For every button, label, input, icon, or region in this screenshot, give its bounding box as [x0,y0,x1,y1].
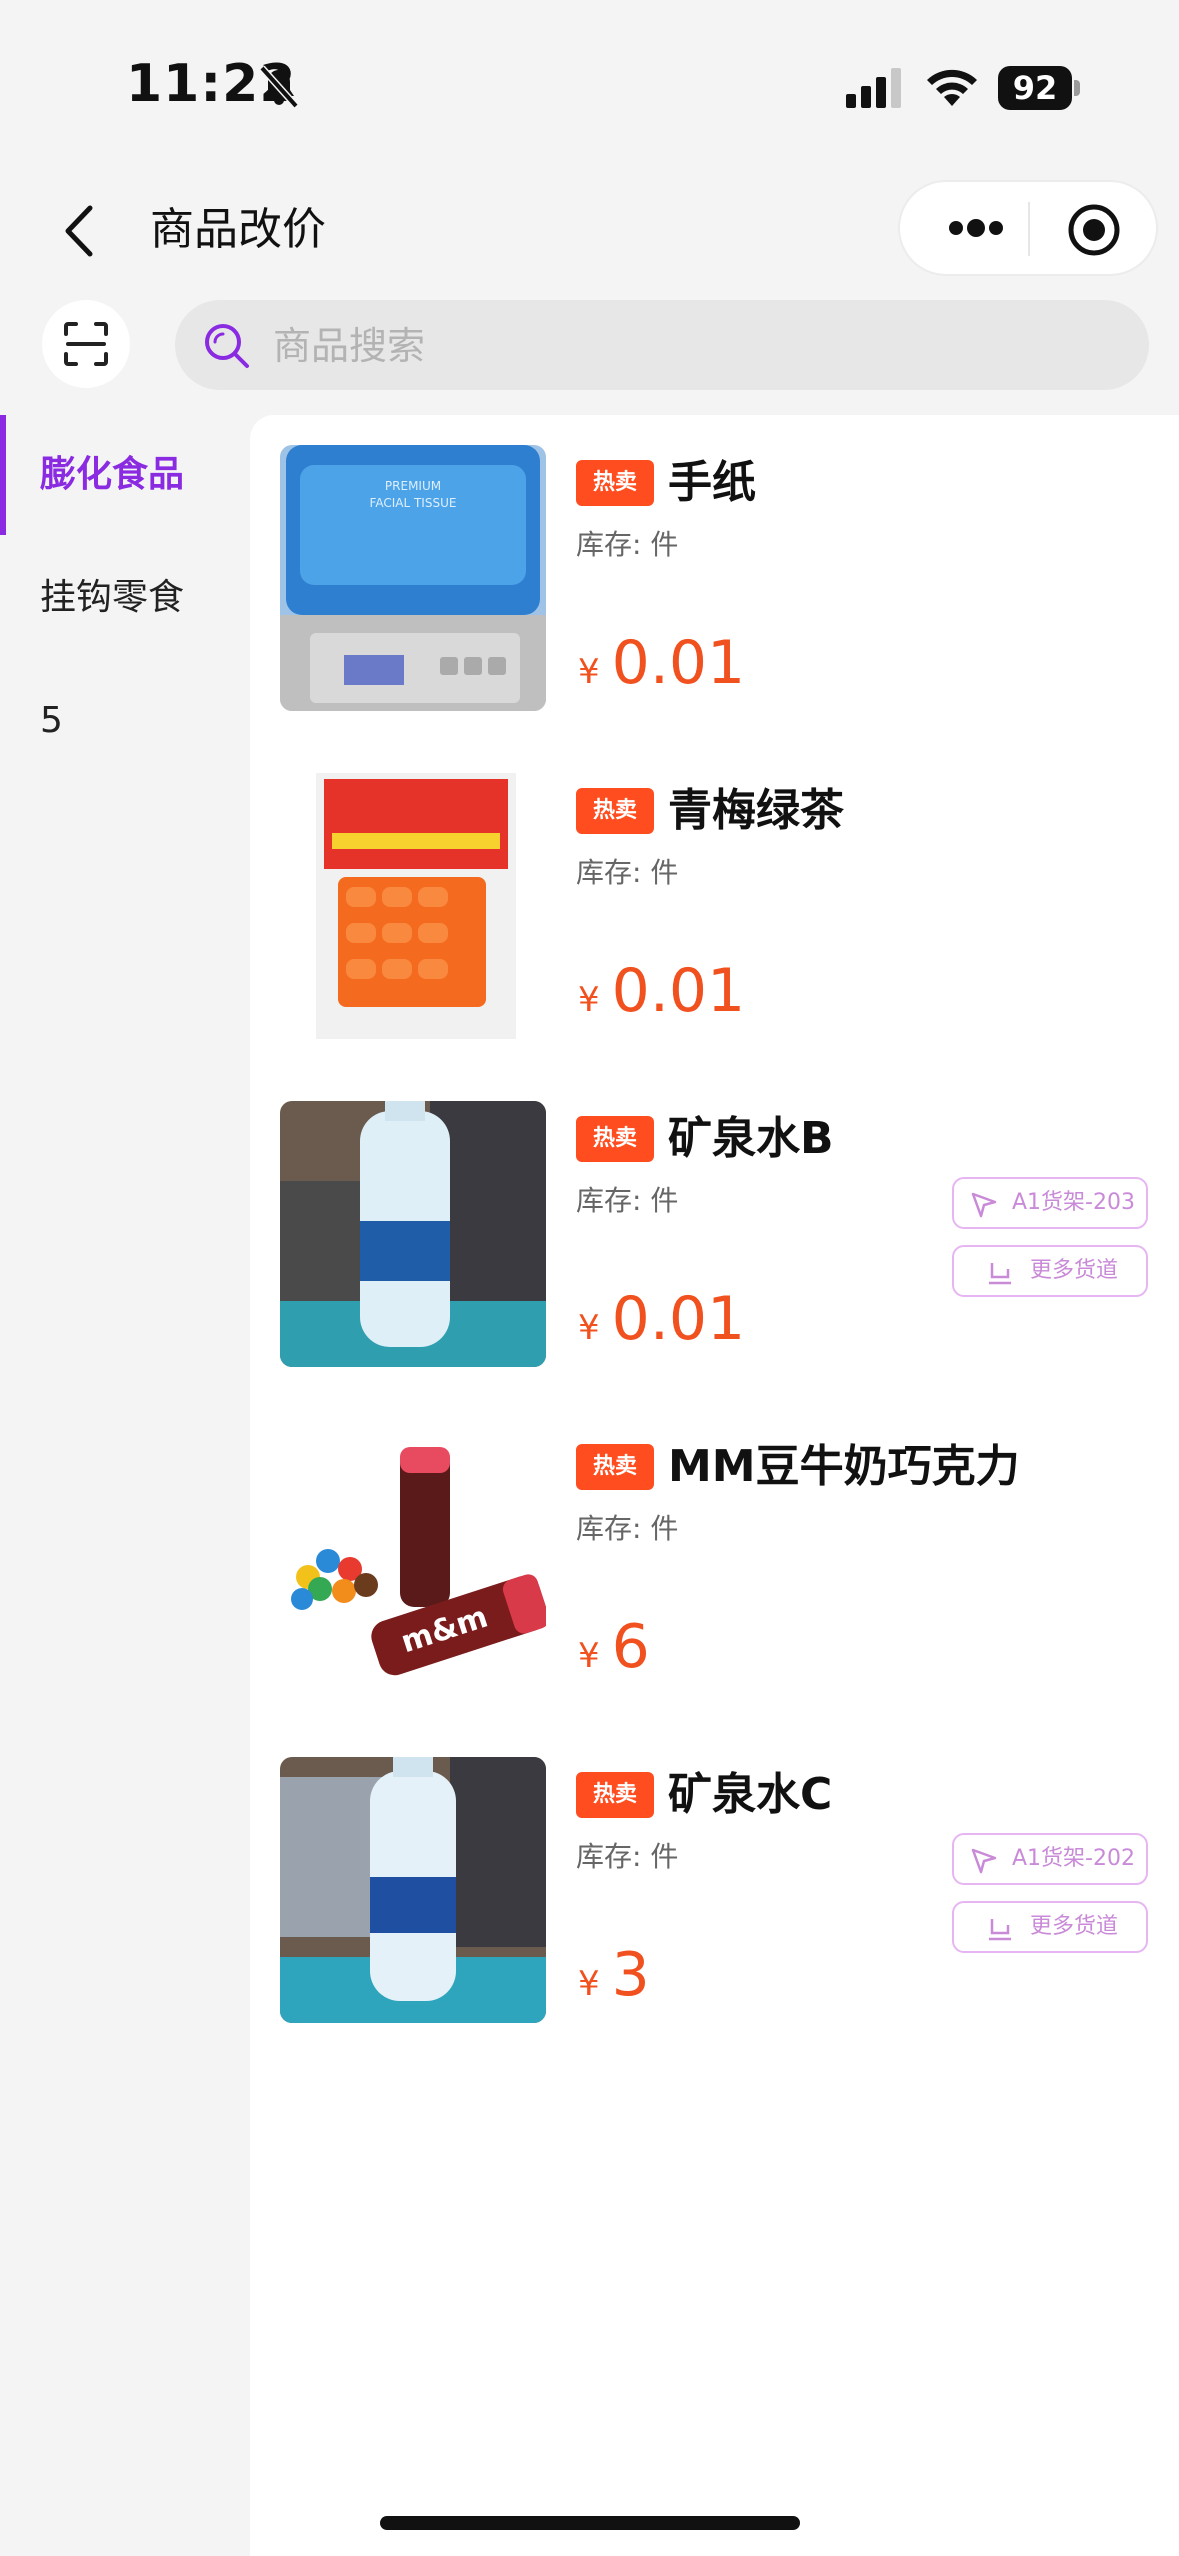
more-lanes-button[interactable]: 更多货道 [952,1901,1148,1953]
more-lanes-label: 更多货道 [1030,1914,1119,1939]
shelf-location-button[interactable]: A1货架-202 [952,1833,1148,1885]
price-value: 0.01 [611,628,746,698]
currency-symbol: ¥ [578,652,600,692]
battery-indicator: 92 [998,66,1080,110]
status-bar: 11:22 92 [0,0,1179,170]
shelf-location-label: A1货架-202 [1012,1846,1135,1871]
product-price: ¥0.01 [578,1279,745,1374]
product-stock: 库存: 件 [576,856,679,889]
more-lanes-button[interactable]: 更多货道 [952,1245,1148,1297]
lane-icon [989,1919,1011,1941]
shelf-location-label: A1货架-203 [1012,1190,1135,1215]
category-label: 膨化食品 [40,454,185,495]
product-item[interactable]: 热卖 矿泉水C 库存: 件 ¥3 A1货架-202 更多货道 [250,1727,1179,2055]
category-item-hook-snacks[interactable]: 挂钩零食 [0,538,250,658]
product-stock: 库存: 件 [576,1512,679,1545]
product-image [280,1757,546,2023]
product-image [280,773,546,1039]
battery-tip [1074,80,1080,96]
product-name: 手纸 [668,457,756,508]
category-item-puffed-food[interactable]: 膨化食品 [0,415,250,535]
price-value: 3 [611,1940,650,2010]
product-price: ¥6 [578,1607,650,1702]
home-indicator[interactable] [380,2516,800,2530]
search-input[interactable] [271,300,1075,392]
cellular-signal-icon [846,68,901,108]
shelf-location-button[interactable]: A1货架-203 [952,1177,1148,1229]
product-stock: 库存: 件 [576,1184,679,1217]
price-value: 0.01 [611,1284,746,1354]
bell-muted-icon [259,65,299,109]
battery-level: 92 [998,66,1072,110]
currency-symbol: ¥ [578,1636,600,1676]
page-title: 商品改价 [150,204,326,255]
price-value: 6 [611,1612,650,1682]
search-bar[interactable] [175,300,1149,392]
category-sidebar: 膨化食品 挂钩零食 5 [0,415,250,2556]
hot-sale-badge: 热卖 [576,460,654,506]
product-name: 青梅绿茶 [668,785,844,836]
hot-sale-badge: 热卖 [576,1444,654,1490]
more-options-icon[interactable] [926,200,1026,256]
product-price: ¥0.01 [578,951,745,1046]
product-stock: 库存: 件 [576,1840,679,1873]
active-category-indicator [0,415,6,535]
product-item[interactable]: 热卖 青梅绿茶 库存: 件 ¥0.01 [250,743,1179,1071]
svg-text:FACIAL TISSUE: FACIAL TISSUE [370,496,457,510]
capsule-divider [1028,202,1030,256]
search-icon [205,324,249,368]
category-label: 挂钩零食 [40,577,185,618]
product-name: 矿泉水B [668,1113,834,1164]
category-item-5[interactable]: 5 [0,661,250,781]
product-item[interactable]: PREMIUM FACIAL TISSUE 热卖 手纸 库存: 件 ¥0.01 [250,415,1179,743]
product-stock: 库存: 件 [576,528,679,561]
more-lanes-label: 更多货道 [1030,1258,1119,1283]
scan-button[interactable] [42,300,130,388]
back-button[interactable] [50,196,110,266]
mini-program-capsule [898,180,1158,276]
currency-symbol: ¥ [578,1964,600,2004]
currency-symbol: ¥ [578,980,600,1020]
product-item[interactable]: m&m 热卖 MM豆牛奶巧克力 库存: 件 ¥6 [250,1399,1179,1727]
currency-symbol: ¥ [578,1308,600,1348]
close-mini-program-icon[interactable] [1064,200,1124,260]
hot-sale-badge: 热卖 [576,1116,654,1162]
product-image [280,1101,546,1367]
scan-icon [64,322,108,366]
hot-sale-badge: 热卖 [576,1772,654,1818]
product-list: PREMIUM FACIAL TISSUE 热卖 手纸 库存: 件 ¥0.01 [250,415,1179,2556]
lane-icon [989,1263,1011,1285]
svg-text:PREMIUM: PREMIUM [385,479,441,493]
hot-sale-badge: 热卖 [576,788,654,834]
navigation-arrow-icon [971,1848,997,1874]
price-value: 0.01 [611,956,746,1026]
product-item[interactable]: 热卖 矿泉水B 库存: 件 ¥0.01 A1货架-203 更多货道 [250,1071,1179,1399]
product-name: MM豆牛奶巧克力 [668,1441,1020,1492]
navigation-arrow-icon [971,1192,997,1218]
product-image: PREMIUM FACIAL TISSUE [280,445,546,711]
product-name: 矿泉水C [668,1769,833,1820]
product-price: ¥0.01 [578,623,745,718]
wifi-icon [927,69,977,106]
product-image: m&m [280,1429,546,1695]
category-label: 5 [40,700,63,741]
product-price: ¥3 [578,1935,650,2030]
